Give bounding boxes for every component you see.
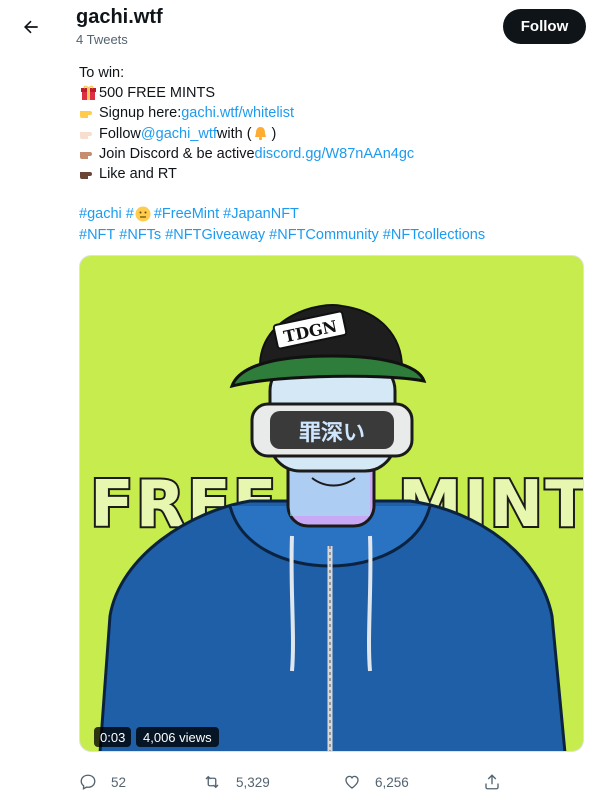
follow-text-with: with ( — [216, 125, 252, 142]
arrow-left-icon — [24, 20, 38, 34]
follow-text: Follow — [99, 125, 141, 142]
retweet-count: 5,329 — [236, 774, 270, 790]
video-timestamp: 0:03 — [94, 727, 132, 747]
like-count: 6,256 — [375, 774, 409, 790]
tweet-video[interactable]: FREE MINT 罪深い TDGN 0:03 4,006 views — [79, 255, 584, 752]
tweet-line-signup: Signup here: gachi.wtf/whitelist — [79, 103, 579, 123]
hashtag-link[interactable]: #NFTGiveaway — [165, 225, 265, 245]
face-emoji-icon — [134, 205, 152, 223]
reply-button[interactable]: 52 — [79, 770, 126, 794]
tweet-line-discord: Join Discord & be active discord.gg/W87n… — [79, 144, 579, 164]
tweet-text: To win: 500 FREE MINTS Signup here: gach… — [79, 63, 579, 245]
hashtag-link[interactable]: #FreeMint — [154, 204, 219, 224]
hashtag-link[interactable]: #gachi — [79, 204, 122, 224]
pointing-hand-icon — [79, 145, 97, 163]
profile-name: gachi.wtf — [76, 6, 163, 28]
hashtag-link[interactable]: #NFTCommunity — [269, 225, 379, 245]
share-button[interactable] — [483, 770, 515, 794]
tweet-line-prize: 500 FREE MINTS — [79, 83, 579, 103]
share-icon — [485, 774, 499, 790]
hashtag-link[interactable]: #NFTcollections — [383, 225, 485, 245]
hashtag-link[interactable]: #JapanNFT — [223, 204, 299, 224]
retweet-icon — [205, 775, 219, 789]
discord-text: Join Discord & be active — [99, 145, 255, 162]
prize-text: 500 FREE MINTS — [99, 85, 216, 102]
like-rt-text: Like and RT — [99, 165, 177, 182]
signup-text: Signup here: — [99, 105, 182, 122]
pointing-hand-icon — [79, 125, 97, 143]
discord-link[interactable]: discord.gg/W87nAAn4gc — [255, 144, 415, 164]
retweet-button[interactable]: 5,329 — [202, 770, 270, 794]
bell-icon — [252, 125, 270, 143]
tweet-line-follow: Follow @gachi_wtf with ( ) — [79, 124, 579, 144]
follow-text-close: ) — [271, 125, 277, 142]
visor-text: 罪深い — [299, 421, 365, 446]
heart-icon — [345, 775, 359, 789]
reply-icon — [80, 774, 96, 790]
gift-icon — [79, 84, 97, 102]
like-button[interactable]: 6,256 — [343, 770, 409, 794]
pointing-hand-icon — [79, 165, 97, 183]
whitelist-link[interactable]: gachi.wtf/whitelist — [181, 103, 294, 123]
video-views: 4,006 views — [136, 727, 219, 747]
hashtag-row-1: #gachi # #FreeMint #JapanNFT — [79, 204, 579, 224]
tweet-count: 4 Tweets — [76, 32, 128, 47]
mention-link[interactable]: @gachi_wtf — [141, 124, 217, 144]
pointing-hand-icon — [79, 104, 97, 122]
hashtag-link[interactable]: # — [126, 204, 134, 224]
hashtag-link[interactable]: #NFT — [79, 225, 115, 245]
nft-artwork: FREE MINT 罪深い TDGN — [88, 304, 583, 751]
reply-count: 52 — [111, 774, 127, 790]
tweet-action-bar: 52 5,329 6,256 — [79, 770, 519, 794]
hashtag-link[interactable]: #NFTs — [119, 225, 161, 245]
tweet-line-intro: To win: — [79, 65, 125, 81]
back-button[interactable] — [14, 10, 48, 44]
tweet-line-like: Like and RT — [79, 164, 579, 184]
profile-header: gachi.wtf 4 Tweets Follow — [0, 0, 595, 56]
hashtag-row-2: #NFT #NFTs #NFTGiveaway #NFTCommunity #N… — [79, 225, 579, 245]
follow-button[interactable]: Follow — [503, 9, 586, 44]
